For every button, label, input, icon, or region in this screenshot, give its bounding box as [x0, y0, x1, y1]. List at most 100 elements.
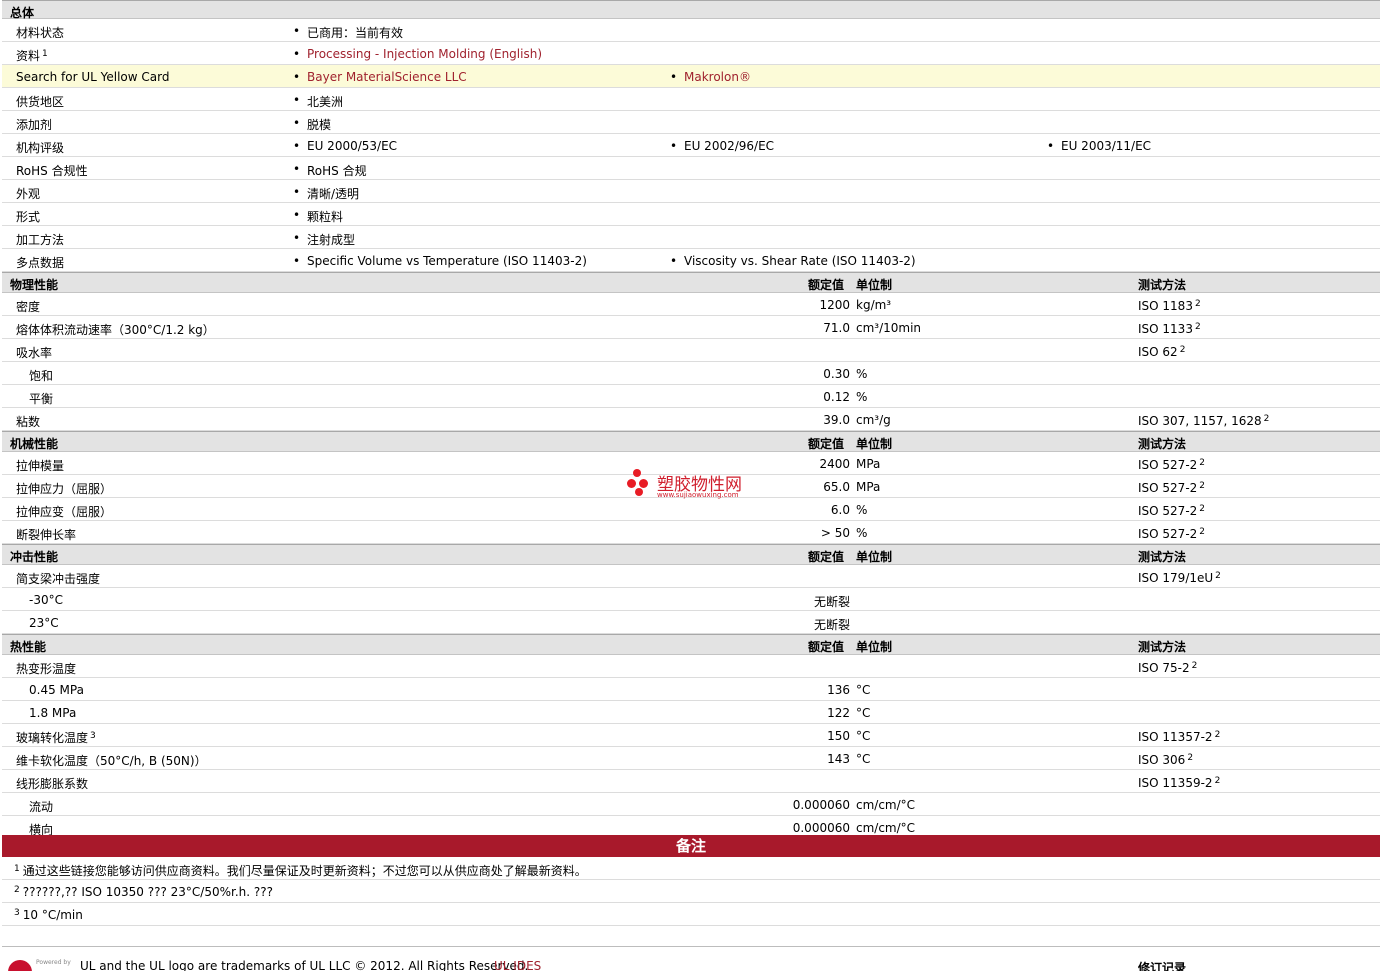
test-method: ISO 11357-2 2: [1138, 730, 1220, 744]
remark-note: 1 通过这些链接您能够访问供应商资料。我们尽量保证及时更新资料；不过您可以从供应商…: [2, 857, 1380, 880]
col-header-unit: 单位制: [856, 550, 893, 564]
remarks-bar: 备注: [2, 835, 1380, 857]
col-header-value: 额定值: [808, 640, 845, 654]
property-label: 维卡软化温度（50°C/h, B (50N)）: [16, 752, 207, 769]
test-method: ISO 527-2 2: [1138, 481, 1205, 495]
property-value: 65.0: [823, 480, 850, 494]
test-method: ISO 527-2 2: [1138, 458, 1205, 472]
property-row: 熔体体积流动速率（300°C/1.2 kg） 71.0 cm³/10min ISO 1…: [2, 316, 1380, 339]
col-header-method: 测试方法: [1138, 278, 1187, 292]
property-value: 150: [827, 729, 850, 743]
row-value[interactable]: Processing - Injection Molding (English): [307, 47, 542, 61]
property-label-text: 维卡软化温度（50°C/h, B (50N)）: [16, 754, 207, 768]
label-with-sup: 资料 1: [16, 47, 48, 64]
row-value: EU 2003/11/EC: [1061, 139, 1152, 153]
property-unit: MPa: [856, 480, 881, 494]
property-label: 流动: [29, 798, 53, 815]
row-value: Specific Volume vs Temperature (ISO 1140…: [307, 254, 587, 268]
row-label: 机构评级: [16, 141, 65, 155]
property-row: 断裂伸长率 > 50% ISO 527-2 2: [2, 521, 1380, 544]
bullet-icon: •: [293, 24, 301, 38]
remark-note: 3 10 °C/min: [2, 903, 1380, 926]
property-row: 线形膨胀系数 ISO 11359-2 2: [2, 770, 1380, 793]
general-row: 添加剂 • 脱模: [2, 111, 1380, 134]
row-label: 多点数据: [16, 256, 65, 270]
test-method: ISO 75-2 2: [1138, 661, 1197, 675]
general-row: 材料状态 • 已商用：当前有效: [2, 19, 1380, 42]
property-label-text: 简支梁冲击强度: [16, 572, 101, 586]
property-value: 6.0: [830, 503, 850, 517]
bullet-icon: •: [293, 116, 301, 130]
col-header-unit: 单位制: [856, 278, 893, 292]
col-header-method: 测试方法: [1138, 640, 1187, 654]
bullet-icon: •: [1047, 139, 1055, 153]
property-value: 无断裂: [813, 595, 850, 609]
footnote-ref: 2: [1263, 414, 1270, 424]
col-header-unit: 单位制: [856, 437, 893, 451]
property-label: 粘数: [16, 413, 40, 430]
row-value: EU 2000/53/EC: [307, 139, 398, 153]
property-label-text: 热变形温度: [16, 662, 77, 676]
row-label: RoHS 合规性: [16, 164, 88, 178]
test-method: ISO 527-2 2: [1138, 504, 1205, 518]
section-title: 物理性能: [10, 278, 59, 292]
test-method-text: ISO 1183: [1138, 299, 1193, 313]
footnote-number: 2: [14, 885, 20, 895]
property-value: 71.0: [823, 321, 850, 335]
property-row: 维卡软化温度（50°C/h, B (50N)） 143 °C ISO 306 2: [2, 747, 1380, 770]
property-label-text: 拉伸应变（屈服）: [16, 505, 113, 519]
property-label-text: -30°C: [29, 593, 63, 607]
bullet-icon: •: [293, 70, 301, 84]
watermark-url: www.sujiaowuxing.com: [657, 491, 739, 499]
revision-history-label: 修订记录: [1138, 961, 1187, 971]
datasheet-table: 总体 材料状态 • 已商用：当前有效资料 1 • Processing - Injectio…: [2, 0, 1380, 839]
property-label-text: 0.45 MPa: [29, 683, 84, 697]
test-method: ISO 62 2: [1138, 345, 1185, 359]
footnote-ref: 2: [1199, 458, 1206, 468]
property-label: 饱和: [29, 367, 53, 384]
property-label: 拉伸应力（屈服）: [16, 480, 112, 497]
property-label: 密度: [16, 298, 40, 315]
property-unit: °C: [856, 729, 871, 743]
row-value[interactable]: Bayer MaterialScience LLC: [307, 70, 467, 84]
powered-by-text: Powered by: [36, 959, 71, 966]
property-label-text: 拉伸应力（屈服）: [16, 482, 113, 496]
test-method: ISO 527-2 2: [1138, 527, 1205, 541]
section-title: 热性能: [10, 640, 47, 654]
property-label-text: 玻璃转化温度: [16, 731, 89, 745]
property-label-text: 断裂伸长率: [16, 528, 77, 542]
footnote-number: 1: [14, 864, 20, 874]
property-unit: °C: [856, 683, 871, 697]
general-row: 机构评级 • EU 2000/53/EC • EU 2002/96/EC • EU 2003…: [2, 134, 1380, 157]
property-value: 1200: [819, 298, 850, 312]
property-row: 粘数 39.0 cm³/g ISO 307, 1157, 1628 2: [2, 408, 1380, 431]
bullet-icon: •: [293, 254, 301, 268]
property-row: 0.45 MPa 136 °C: [2, 678, 1380, 701]
row-value: 注射成型: [307, 233, 356, 247]
row-label[interactable]: Search for UL Yellow Card: [16, 70, 169, 84]
property-unit: cm/cm/°C: [856, 798, 916, 812]
section-title: 冲击性能: [10, 550, 59, 564]
property-value: 2400: [819, 457, 850, 471]
property-label: 1.8 MPa: [29, 706, 76, 720]
remarks-notes: 1 通过这些链接您能够访问供应商资料。我们尽量保证及时更新资料；不过您可以从供应商…: [2, 857, 1380, 926]
footnote-ref: 2: [1179, 345, 1186, 355]
footnote-ref: 2: [1199, 504, 1206, 514]
test-method-text: ISO 62: [1138, 345, 1178, 359]
property-value: 无断裂: [813, 618, 850, 632]
note-text: 1 通过这些链接您能够访问供应商资料。我们尽量保证及时更新资料；不过您可以从供应商…: [14, 862, 587, 879]
section-header-general: 总体: [2, 0, 1380, 20]
test-method-text: ISO 179/1eU: [1138, 571, 1214, 585]
property-label: 拉伸模量: [16, 457, 64, 474]
property-label-text: 平衡: [29, 392, 54, 406]
row-value: 脱模: [307, 118, 332, 132]
property-label-text: 拉伸模量: [16, 459, 65, 473]
bullet-icon: •: [293, 93, 301, 107]
property-label-text: 密度: [16, 300, 41, 314]
note-text: 3 10 °C/min: [14, 908, 83, 922]
ul-ides-link[interactable]: UL IDES: [494, 959, 541, 971]
property-value: 143: [827, 752, 850, 766]
note-text: 2??????,?? ISO 10350 ??? 23°C/50%r.h. ??…: [14, 885, 273, 899]
row-value[interactable]: Makrolon®: [684, 70, 751, 84]
property-unit: kg/m³: [856, 298, 892, 312]
